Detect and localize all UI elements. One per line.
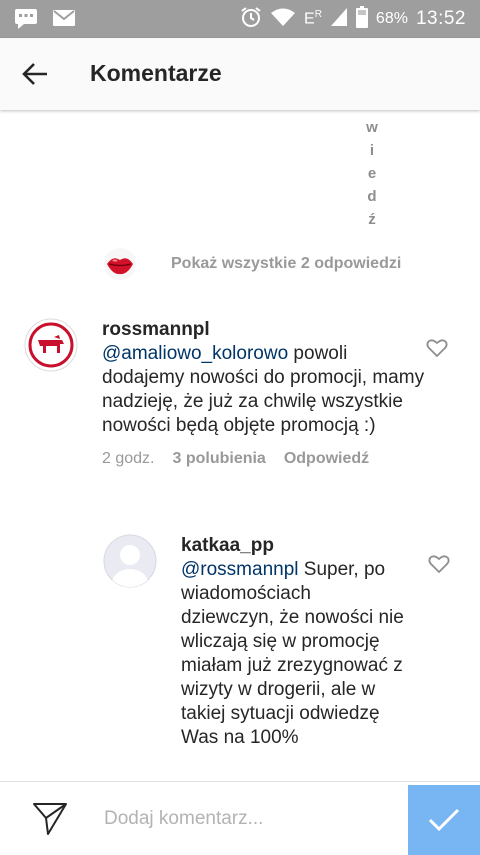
avatar — [104, 248, 136, 280]
arrow-left-icon — [22, 63, 47, 85]
truncated-vertical-text: w i e d ź — [366, 119, 378, 228]
wifi-icon — [270, 7, 296, 32]
heart-icon[interactable] — [426, 338, 448, 358]
signal-icon — [330, 7, 348, 32]
likes-count[interactable]: 3 polubienia — [172, 450, 265, 468]
comments-list[interactable]: w i e d ź Pokaż wszystkie 2 odpowiedzi r… — [0, 110, 480, 780]
reply-button[interactable]: Odpowiedź — [284, 450, 369, 468]
comment-body: rossmannpl @amaliowo_kolorowo powoli dod… — [102, 318, 432, 468]
paper-plane-icon — [33, 803, 67, 835]
avatar[interactable] — [103, 534, 157, 588]
network-type: ER — [304, 9, 322, 28]
direct-send-button[interactable] — [30, 800, 70, 838]
post-comment-button[interactable] — [408, 785, 480, 855]
alarm-icon — [240, 6, 262, 33]
back-button[interactable] — [14, 54, 56, 94]
battery-percent: 68% — [375, 10, 408, 27]
comment-text: @rossmannpl Super, po wiadomościach dzie… — [181, 559, 404, 748]
comment-body: katkaa_pp @rossmannpl Super, po wiadomoś… — [181, 534, 406, 750]
battery-icon — [355, 5, 368, 33]
show-replies-row[interactable]: Pokaż wszystkie 2 odpowiedzi — [104, 247, 401, 281]
check-icon — [428, 808, 460, 832]
show-all-replies-link[interactable]: Pokaż wszystkie 2 odpowiedzi — [171, 255, 401, 273]
app-bar: Komentarze — [0, 38, 480, 110]
comment-input[interactable] — [102, 802, 396, 836]
message-icon — [14, 8, 38, 35]
mention-link[interactable]: @amaliowo_kolorowo — [102, 343, 288, 364]
comment-text: @amaliowo_kolorowo powoli dodajemy nowoś… — [102, 343, 425, 436]
comment-username[interactable]: rossmannpl — [102, 318, 432, 342]
comment-composer — [0, 781, 480, 855]
status-bar: ER 68% 13:52 — [0, 0, 480, 38]
mention-link[interactable]: @rossmannpl — [181, 559, 299, 580]
comment-username[interactable]: katkaa_pp — [181, 534, 406, 558]
page-title: Komentarze — [90, 60, 222, 86]
heart-icon[interactable] — [428, 554, 450, 574]
mail-icon — [52, 8, 76, 35]
comment-meta: 2 godz. 3 polubienia Odpowiedź — [102, 450, 432, 468]
comment-timestamp: 2 godz. — [102, 450, 155, 467]
clock: 13:52 — [415, 8, 466, 29]
avatar[interactable] — [24, 318, 78, 372]
